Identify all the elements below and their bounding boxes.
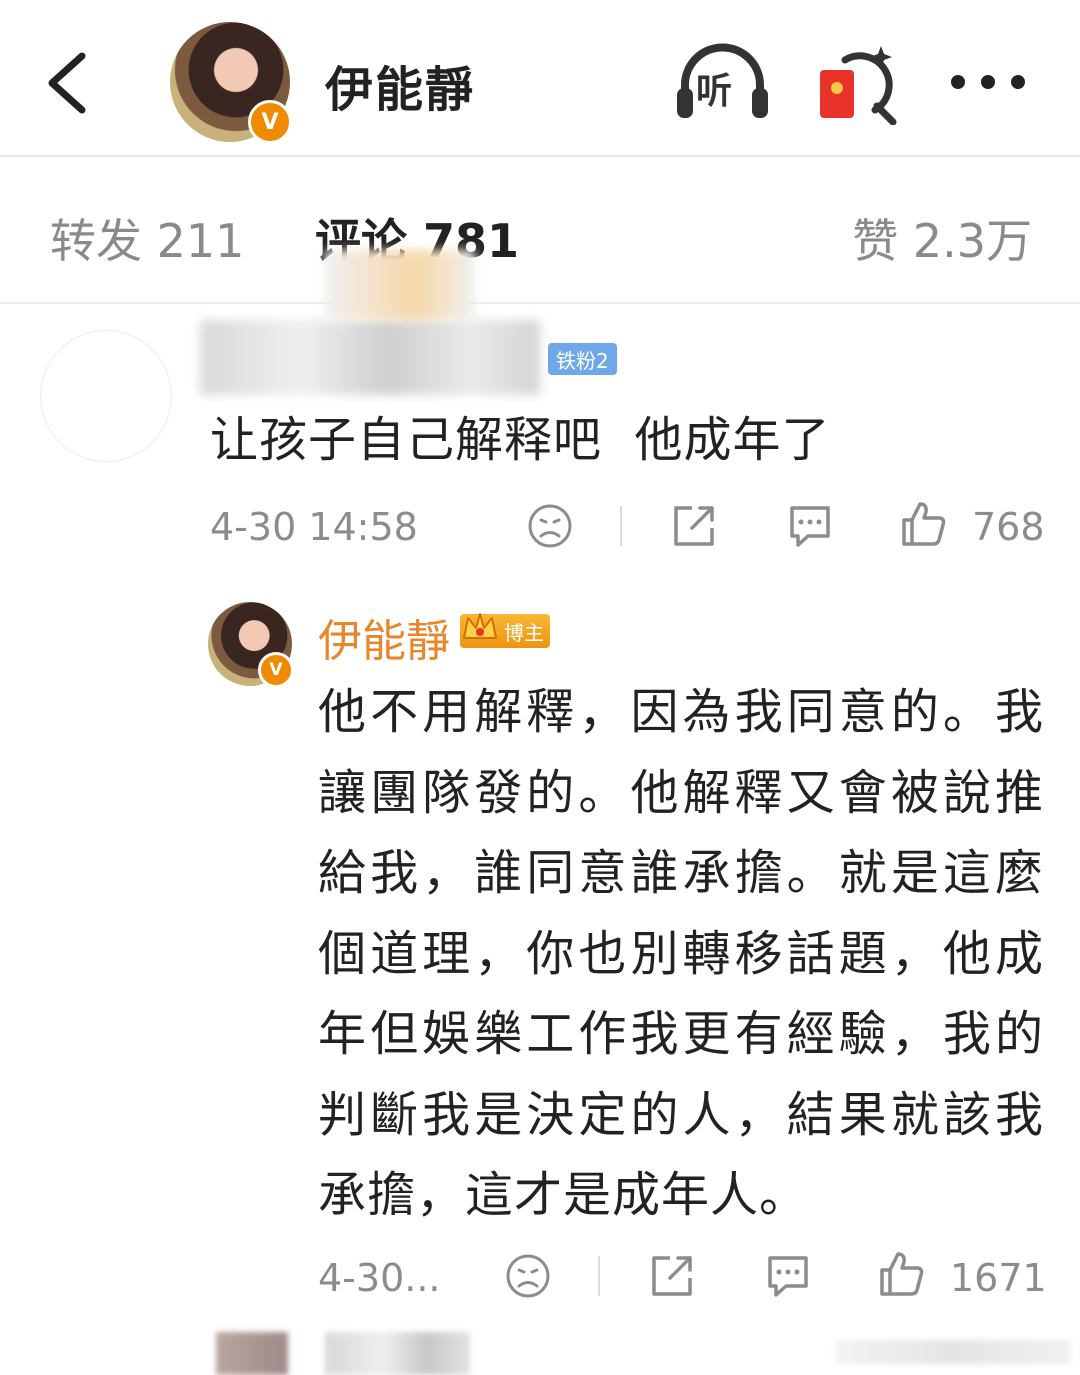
reply-comment-icon[interactable] <box>764 1252 812 1300</box>
top-bar: V 伊能靜 听 <box>0 0 1080 157</box>
reply-timestamp: 4-30... <box>318 1256 441 1300</box>
reply-author-name[interactable]: 伊能靜 <box>318 605 450 669</box>
like-count: 768 <box>972 505 1045 549</box>
share-icon[interactable] <box>648 1252 696 1300</box>
redacted-username <box>200 320 540 395</box>
comment-text: 让孩子自己解释吧 他成年了 <box>210 412 831 468</box>
commenter-avatar[interactable] <box>40 330 172 462</box>
page-title: 伊能靜 <box>325 62 476 118</box>
fan-level-badge: 铁粉2 <box>548 343 617 375</box>
reply-comment-icon[interactable] <box>786 502 834 550</box>
meta-divider <box>598 1256 600 1296</box>
dislike-face-icon[interactable] <box>526 502 574 550</box>
like-thumb-icon[interactable] <box>900 500 948 548</box>
redacted-next-avatar <box>216 1332 288 1375</box>
like-count: 1671 <box>950 1256 1047 1300</box>
dislike-face-icon[interactable] <box>504 1252 552 1300</box>
tab-repost[interactable]: 转发 211 <box>50 205 244 271</box>
crown-icon <box>463 613 497 639</box>
redacted-overlay <box>325 250 475 320</box>
comment-timestamp: 4-30 14:58 <box>210 505 418 549</box>
meta-divider <box>620 506 622 546</box>
share-icon[interactable] <box>670 502 718 550</box>
more-options-icon[interactable] <box>950 70 1030 94</box>
listen-label: 听 <box>696 71 733 112</box>
verified-v-icon: V <box>258 652 294 688</box>
tab-likes[interactable]: 赞 2.3万 <box>852 205 1032 271</box>
redacted-next-name <box>325 1332 470 1375</box>
back-arrow-icon[interactable] <box>40 48 100 118</box>
red-packet-search-icon[interactable] <box>815 40 900 125</box>
like-thumb-icon[interactable] <box>878 1250 926 1298</box>
redacted-watermark <box>835 1340 1070 1364</box>
verified-v-icon: V <box>248 100 292 144</box>
reply-text: 他不用解釋，因為我同意的。我讓團隊發的。他解釋又會被說推給我，誰同意誰承擔。就是… <box>318 684 1044 1223</box>
tab-bar: 转发 211 评论 781 赞 2.3万 <box>0 157 1080 304</box>
